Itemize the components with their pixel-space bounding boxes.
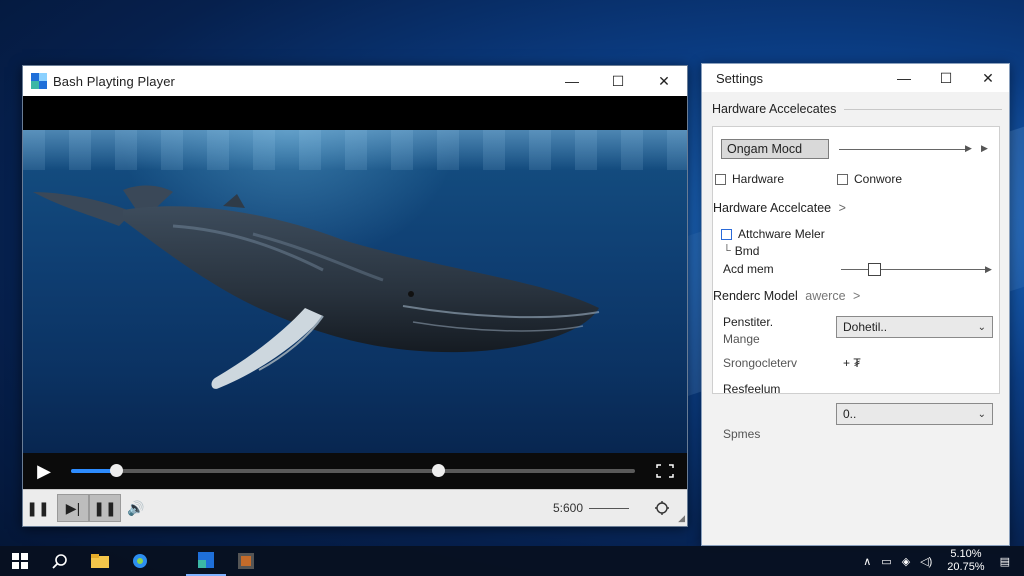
player-maximize-button[interactable]: ☐	[595, 66, 641, 96]
clock-line-2: 20.75%	[947, 561, 985, 573]
clock[interactable]: 5.10% 20.75%	[947, 548, 984, 574]
system-tray: ∧ ▭ ◈ ◁) 5.10% 20.75% ▤	[858, 548, 1024, 574]
checkbox-attchware[interactable]	[721, 228, 732, 240]
acd-mem-slider-thumb[interactable]	[867, 263, 881, 276]
settings-panel: Ongam Mocd ▶ ▶ Hardware Conwore Hardware…	[712, 126, 1000, 396]
edge-browser-icon[interactable]	[120, 546, 160, 576]
network-icon[interactable]: ◈	[902, 555, 910, 568]
section-divider	[844, 108, 1002, 110]
settings-taskbar-icon[interactable]	[226, 546, 266, 576]
slider-arrow-icon: ▶	[985, 264, 992, 274]
checkbox-attchware-row[interactable]: Attchware Meler	[721, 227, 825, 241]
add-icon[interactable]: + ₮	[843, 356, 861, 370]
volume-slider[interactable]	[589, 507, 629, 509]
seek-track[interactable]	[71, 464, 635, 477]
settings-titlebar[interactable]: Settings — ☐ ✕	[702, 64, 1009, 92]
play-button[interactable]: ▶	[23, 461, 65, 482]
checkbox-hardware-row[interactable]: Hardware	[715, 172, 784, 186]
seek-thumb[interactable]	[110, 464, 124, 477]
chevron-down-icon: ⌄	[977, 408, 986, 420]
player-close-button[interactable]: ✕	[641, 66, 687, 96]
next-button[interactable]: ▶|	[57, 494, 89, 522]
render-select-1[interactable]: Dohetil.. ⌄	[836, 316, 993, 338]
acd-mem-slider-track[interactable]	[841, 269, 989, 270]
tree-branch-icon: └	[723, 245, 731, 257]
start-windows-icon[interactable]	[0, 546, 40, 576]
checkbox-hardware[interactable]	[715, 173, 726, 185]
arrow-right-icon-2: ▶	[981, 143, 988, 153]
render-select-2-value: 0..	[843, 407, 857, 421]
checkbox-conwore[interactable]	[837, 173, 848, 185]
strongocleterv-label: Srongocleterv	[723, 356, 798, 370]
section2-label: Hardware Accelcatee	[713, 201, 832, 215]
taskbar: ∧ ▭ ◈ ◁) 5.10% 20.75% ▤	[0, 546, 1024, 576]
checkbox-attchware-label: Attchware Meler	[738, 227, 825, 241]
mode-button[interactable]: Ongam Mocd	[721, 139, 829, 159]
video-area[interactable]: ▶	[23, 96, 687, 489]
seek-bar-row: ▶	[23, 453, 687, 489]
search-icon[interactable]	[40, 546, 80, 576]
battery-icon[interactable]: ▭	[881, 555, 891, 568]
render-select-1-value: Dohetil..	[843, 320, 888, 334]
settings-window: Settings — ☐ ✕ Hardware Accelecates Onga…	[701, 63, 1010, 546]
section-hardware-accel-2: Hardware Accelcatee >	[713, 201, 846, 215]
section3-label: Renderc Model	[713, 289, 798, 303]
media-player-window: Bash Playting Player — ☐ ✕ ▶ ❚❚ ▶| ❚❚ 🔊 …	[22, 65, 688, 527]
chevron-down-icon: ⌄	[977, 321, 986, 333]
seek-thumb-secondary[interactable]	[431, 464, 445, 477]
settings-maximize-button[interactable]: ☐	[925, 64, 967, 92]
section3-arrow-icon: >	[853, 289, 861, 303]
player-controls: ❚❚ ▶| ❚❚ 🔊 5:600	[23, 489, 687, 526]
pause-button[interactable]: ❚❚	[23, 495, 53, 521]
section-hardware-accel: Hardware Accelecates	[712, 102, 1002, 116]
checkbox-hardware-label: Hardware	[732, 172, 785, 186]
settings-close-button[interactable]: ✕	[967, 64, 1009, 92]
checkbox-bmd-row[interactable]: └ Bmd	[723, 244, 759, 258]
settings-title: Settings	[716, 70, 763, 86]
checkbox-bmd-label: Bmd	[734, 244, 760, 258]
player-minimize-button[interactable]: —	[549, 66, 595, 96]
checkbox-conwore-label: Conwore	[854, 172, 903, 186]
time-readout: 5:600	[552, 501, 583, 515]
spmes-label: Spmes	[723, 427, 761, 441]
volume-icon[interactable]: 🔊	[121, 495, 151, 521]
chevron-up-icon[interactable]: ∧	[863, 555, 871, 568]
arrow-right-icon: ▶	[965, 143, 972, 153]
fullscreen-icon[interactable]	[643, 464, 687, 478]
section-hardware-accel-label: Hardware Accelecates	[712, 102, 837, 116]
player-titlebar[interactable]: Bash Playting Player — ☐ ✕	[23, 66, 687, 96]
speaker-icon[interactable]: ◁)	[920, 555, 932, 568]
acd-mem-label: Acd mem	[723, 262, 774, 276]
resfeelum-label: Resfeelum	[723, 382, 781, 396]
notifications-icon[interactable]: ▤	[1000, 555, 1010, 568]
whale-image	[33, 185, 600, 389]
player-app-icon	[31, 73, 47, 89]
pause-toggle-button[interactable]: ❚❚	[89, 494, 121, 522]
file-explorer-icon[interactable]	[80, 546, 120, 576]
settings-minimize-button[interactable]: —	[883, 64, 925, 92]
player-title: Bash Playting Player	[53, 73, 175, 89]
mode-track-line	[839, 149, 967, 150]
mange-label: Mange	[723, 332, 760, 346]
settings-gear-icon[interactable]	[647, 495, 677, 521]
section-render-model: Renderc Model awerce >	[713, 289, 860, 303]
render-select-2[interactable]: 0.. ⌄	[836, 403, 993, 425]
penstiter-label: Penstiter.	[723, 315, 774, 329]
video-frame	[23, 130, 687, 453]
resize-grip-icon[interactable]: ◢	[678, 513, 685, 524]
clock-line-1: 5.10%	[950, 548, 982, 560]
section3-note: awerce	[805, 289, 846, 303]
checkbox-conwore-row[interactable]: Conwore	[837, 172, 902, 186]
media-player-taskbar-icon[interactable]	[186, 546, 226, 576]
section2-arrow-icon: >	[838, 201, 846, 215]
